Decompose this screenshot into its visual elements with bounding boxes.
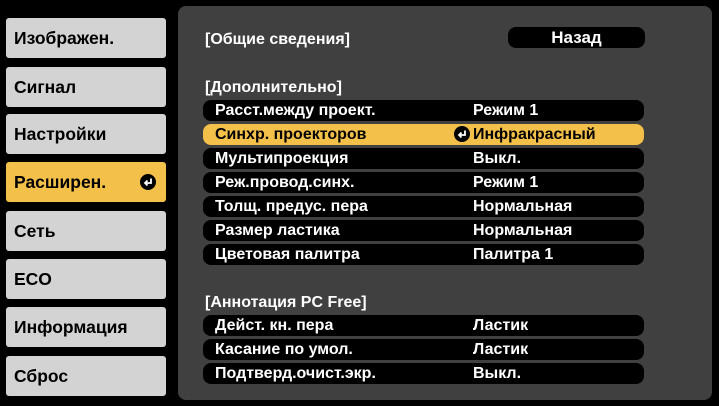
sidebar-item-label: Настройки [14, 123, 107, 144]
row-value: Режим 1 [473, 102, 539, 119]
menu-row-pen-button-action[interactable]: Дейст. кн. пера Ластик [203, 315, 644, 336]
row-value: Нормальная [473, 198, 573, 215]
sidebar-item-label: Изображен. [14, 27, 115, 48]
sidebar-item-label: Информация [14, 316, 128, 337]
menu-row-multi-projection[interactable]: Мультипроекция Выкл. [203, 148, 644, 169]
row-label: Мультипроекция [215, 150, 349, 167]
row-value: Палитра 1 [473, 246, 554, 263]
row-label: Размер ластика [215, 222, 340, 239]
sidebar-item-image[interactable]: Изображен. [6, 18, 166, 58]
menu-row-default-touch[interactable]: Касание по умол. Ластик [203, 339, 644, 360]
sidebar: Изображен. Сигнал Настройки Расширен. Се… [0, 0, 178, 406]
sidebar-item-label: Сеть [14, 220, 56, 241]
row-value: Выкл. [473, 150, 522, 167]
section-title-advanced: [Дополнительно] [205, 79, 342, 96]
row-value: Ластик [473, 341, 529, 358]
row-value: Режим 1 [473, 174, 539, 191]
sidebar-item-label: Сброс [14, 365, 69, 386]
row-label: Подтверд.очист.экр. [215, 365, 376, 382]
row-label: Касание по умол. [215, 341, 353, 358]
back-button[interactable]: Назад [508, 27, 645, 48]
menu-row-projector-sync[interactable]: Синхр. проекторов Инфракрасный [203, 124, 644, 145]
sidebar-item-info[interactable]: Информация [6, 307, 166, 347]
row-value: Ластик [473, 317, 529, 334]
sidebar-item-label: ECO [14, 268, 52, 289]
sidebar-item-reset[interactable]: Сброс [6, 356, 166, 396]
sidebar-item-signal[interactable]: Сигнал [6, 67, 166, 107]
row-label: Синхр. проекторов [215, 126, 367, 143]
menu-row-color-palette[interactable]: Цветовая палитра Палитра 1 [203, 244, 644, 265]
section-title-annotation: [Аннотация PC Free] [205, 294, 367, 311]
menu-row-pen-thickness[interactable]: Толщ. предус. пера Нормальная [203, 196, 644, 217]
sidebar-item-extended[interactable]: Расширен. [6, 162, 166, 202]
row-value: Нормальная [473, 222, 573, 239]
row-label: Расст.между проект. [215, 102, 376, 119]
sidebar-item-label: Сигнал [14, 76, 77, 97]
enter-icon [140, 174, 156, 190]
row-label: Цветовая палитра [215, 246, 360, 263]
row-value: Инфракрасный [473, 126, 596, 143]
panel-heading: [Общие сведения] [205, 31, 350, 48]
menu-row-projector-distance[interactable]: Расст.между проект. Режим 1 [203, 100, 644, 121]
sidebar-item-network[interactable]: Сеть [6, 211, 166, 251]
sidebar-item-settings[interactable]: Настройки [6, 114, 166, 154]
row-value: Выкл. [473, 365, 522, 382]
sidebar-item-label: Расширен. [14, 171, 107, 192]
row-label: Толщ. предус. пера [215, 198, 368, 215]
sidebar-item-eco[interactable]: ECO [6, 259, 166, 299]
menu-row-wired-sync-mode[interactable]: Реж.провод.синх. Режим 1 [203, 172, 644, 193]
row-label: Реж.провод.синх. [215, 174, 355, 191]
row-label: Дейст. кн. пера [215, 317, 334, 334]
menu-row-clear-screen-confirm[interactable]: Подтверд.очист.экр. Выкл. [203, 363, 644, 384]
enter-icon [454, 126, 470, 142]
menu-row-eraser-size[interactable]: Размер ластика Нормальная [203, 220, 644, 241]
